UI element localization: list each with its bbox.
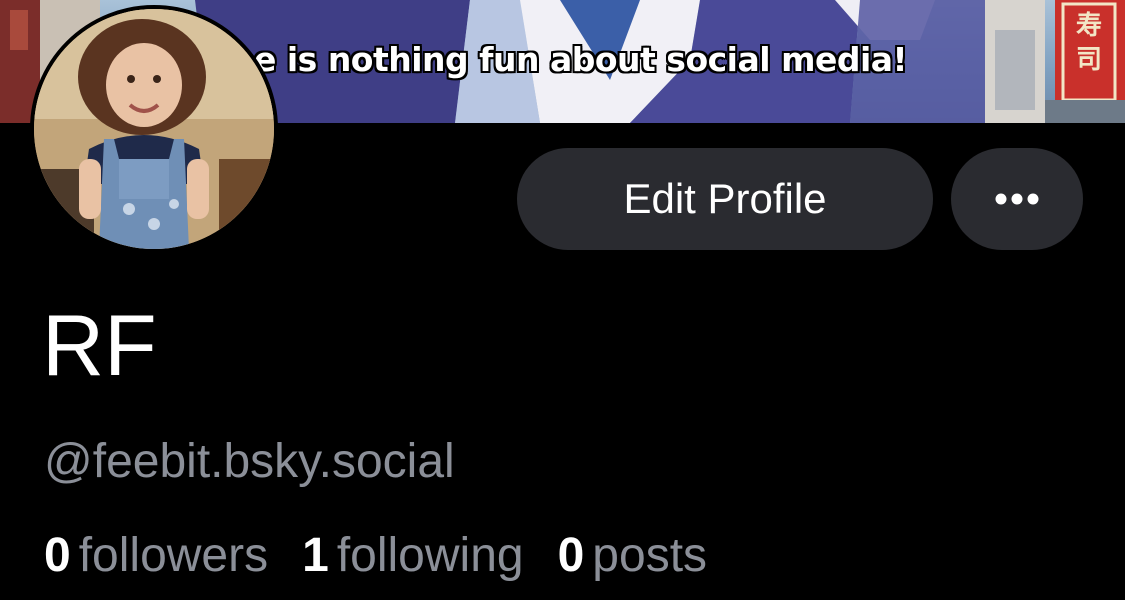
- following-count: 1: [302, 529, 329, 582]
- followers-label: followers: [78, 529, 269, 582]
- user-handle: @feebit.bsky.social: [44, 435, 455, 488]
- posts-count: 0: [557, 529, 585, 582]
- avatar-photo: [34, 9, 274, 249]
- profile-stats: 0 followers 1 following 0 posts: [44, 526, 707, 586]
- posts-label: posts: [592, 529, 708, 582]
- display-name: RF: [42, 298, 157, 394]
- edit-profile-button[interactable]: Edit Profile: [517, 148, 933, 250]
- followers-count: 0: [44, 529, 71, 582]
- avatar[interactable]: [30, 5, 278, 253]
- posts-stat[interactable]: 0 posts: [558, 526, 707, 586]
- following-stat[interactable]: 1 following: [302, 526, 523, 586]
- following-label: following: [336, 529, 524, 582]
- more-options-button[interactable]: [951, 148, 1083, 250]
- more-horizontal-icon: [995, 193, 1039, 205]
- banner-caption: e is nothing fun about social media!: [254, 40, 908, 79]
- banner-sign-text: 寿司: [1075, 10, 1102, 74]
- followers-stat[interactable]: 0 followers: [44, 526, 268, 586]
